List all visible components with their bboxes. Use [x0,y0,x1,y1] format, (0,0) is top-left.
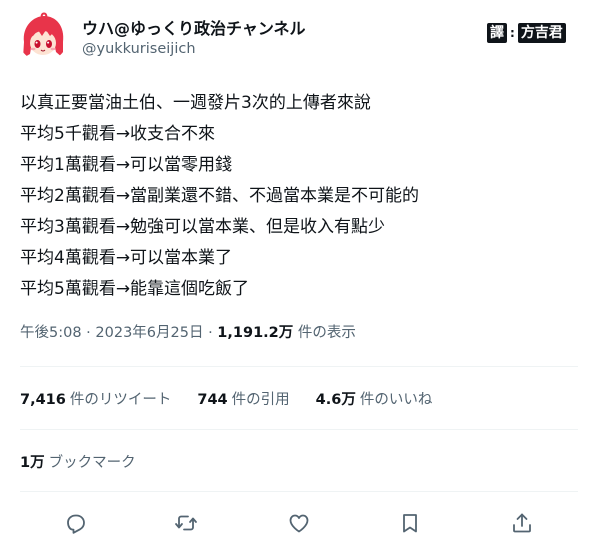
quote-count-label: 件の引用 [231,392,290,408]
bookmark-count: 1万 [20,455,45,471]
heart-icon [289,514,309,533]
action-bar [0,509,598,537]
author-display-name[interactable]: ウハ@ゆっくり政治チャンネル [82,15,306,39]
reply-icon [67,514,85,534]
tweet-line: 平均2萬觀看→當副業還不錯、不過當本業是不可能的 [20,186,420,206]
view-count: 1,191.2万 [217,325,294,341]
watermark-separator: : [510,26,515,40]
share-icon [513,513,531,533]
bookmark-icon [403,514,417,533]
watermark-left: 譯 [487,23,507,43]
tweet-line: 平均5千觀看→收支合不來 [20,124,216,144]
tweet-line: 平均1萬觀看→可以當零用錢 [20,155,233,175]
divider [20,429,578,430]
engagement-stats: 7,416 件のリツイート 744 件の引用 4.6万 件のいいね [20,388,458,409]
reply-button[interactable] [62,509,90,537]
tweet-meta: 午後5:08 · 2023年6月25日 · 1,191.2万 件の表示 [20,321,356,342]
tweet-date[interactable]: 2023年6月25日 [95,325,203,341]
retweet-icon [175,515,197,531]
divider [20,366,578,367]
quote-count-link[interactable]: 744 件の引用 [197,388,289,409]
bookmark-count-label: ブックマーク [48,455,136,471]
tweet-text: 以真正要當油土伯、一週發片3次的上傳者來說 平均5千觀看→收支合不來 平均1萬觀… [20,88,580,305]
retweet-button[interactable] [172,509,200,537]
tweet-line: 平均4萬觀看→可以當本業了 [20,248,233,268]
tweet-time[interactable]: 午後5:08 [20,325,82,341]
tweet-line: 平均3萬觀看→勉強可以當本業、但是收入有點少 [20,217,386,237]
translator-watermark: 譯 : 方吉君 [487,22,566,44]
tweet-line: 以真正要當油土伯、一週發片3次的上傳者來說 [20,93,371,113]
retweet-count-label: 件のリツイート [69,392,172,408]
divider [20,491,578,492]
share-button[interactable] [508,509,536,537]
retweet-count: 7,416 [20,392,66,408]
view-count-label: 件の表示 [293,325,356,341]
bookmark-button[interactable] [396,509,424,537]
avatar[interactable] [18,12,68,62]
bookmark-count-link[interactable]: 1万 ブックマーク [20,451,136,472]
tweet-line: 平均5萬觀看→能靠這個吃飯了 [20,279,250,299]
like-count: 4.6万 [315,392,356,408]
meta-separator: · [81,325,96,341]
quote-count: 744 [197,392,228,408]
like-button[interactable] [285,509,313,537]
retweet-count-link[interactable]: 7,416 件のリツイート [20,388,171,409]
meta-separator: · [203,325,218,341]
like-count-link[interactable]: 4.6万 件のいいね [316,388,433,409]
author-handle[interactable]: @yukkuriseijich [82,41,196,57]
watermark-right: 方吉君 [517,23,566,43]
avatar-image [18,12,68,62]
like-count-label: 件のいいね [359,392,433,408]
